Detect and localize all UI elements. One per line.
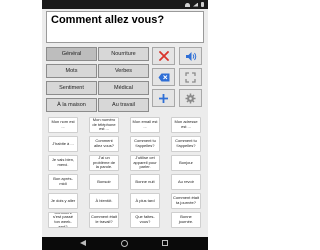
backspace-button[interactable] (152, 68, 175, 86)
phrase-button[interactable]: Mon numéro de téléphone est ... (89, 117, 119, 133)
phrase-button[interactable]: Mon adresse est ... (171, 117, 201, 133)
phrase-button[interactable]: Comment tu t'appelles? (130, 136, 160, 152)
phrase-button[interactable]: J'ai un problème de la parole. (89, 155, 119, 171)
navigation-bar (42, 237, 208, 250)
category-medical[interactable]: Médical (98, 81, 149, 95)
phrase-button[interactable]: Bon après-midi (48, 174, 78, 190)
add-button[interactable] (152, 89, 175, 107)
phrase-button[interactable]: Comment était le travail? (89, 212, 119, 228)
category-au-travail[interactable]: Au travail (98, 98, 149, 112)
category-general[interactable]: Général (46, 47, 97, 61)
status-icons (185, 2, 204, 7)
phrase-button[interactable]: Que faites-vous? (130, 212, 160, 228)
signal-icon (193, 2, 198, 7)
phrase-button[interactable]: Bonne journée. (171, 212, 201, 228)
phrase-button[interactable]: J'utilise cet appareil pour parler. (130, 155, 160, 171)
settings-button[interactable] (179, 89, 202, 107)
backspace-icon (158, 73, 169, 81)
phrase-button[interactable]: Mon nom est ... (48, 117, 78, 133)
recent-apps-icon[interactable] (162, 240, 168, 246)
battery-icon (201, 2, 204, 7)
settings-icon (185, 93, 196, 103)
status-bar (42, 0, 208, 9)
add-icon (159, 93, 168, 103)
phrase-button[interactable]: Mon email est ... (130, 117, 160, 133)
tablet-screen: Comment allez vous? Général Nourriture M… (42, 0, 208, 250)
category-sentiment[interactable]: Sentiment (46, 81, 97, 95)
phrase-button[interactable]: Bonsoir (89, 174, 119, 190)
home-icon[interactable] (121, 240, 128, 247)
back-icon[interactable] (80, 240, 86, 246)
speak-button[interactable] (179, 47, 202, 65)
clear-button[interactable] (152, 47, 175, 65)
phrase-button[interactable]: Au revoir (171, 174, 201, 190)
phrase-button[interactable]: Je vais bien, merci. (48, 155, 78, 171)
fullscreen-icon (185, 71, 196, 83)
fullscreen-button[interactable] (179, 68, 202, 86)
speaker-icon (185, 51, 196, 61)
phrase-button[interactable]: À bientôt. (89, 193, 119, 209)
phrase-button[interactable]: Comment était ta journée? (171, 193, 201, 209)
phrase-button[interactable]: Comment s'est passé ton week-end? (48, 212, 78, 228)
phrase-button[interactable]: Je dois y aller (48, 193, 78, 209)
wifi-icon (185, 2, 190, 7)
category-nourriture[interactable]: Nourriture (98, 47, 149, 61)
category-verbes[interactable]: Verbes (98, 64, 149, 78)
phrase-button[interactable]: Comment allez vous? (89, 136, 119, 152)
category-a-la-maison[interactable]: À la maison (46, 98, 97, 112)
message-text-box[interactable]: Comment allez vous? (46, 11, 204, 43)
phrase-button[interactable]: Bonne nuit (130, 174, 160, 190)
phrase-button[interactable]: À plus tard (130, 193, 160, 209)
category-mots[interactable]: Mots (46, 64, 97, 78)
clear-icon (158, 51, 169, 61)
phrase-button[interactable]: J'habite à ... (48, 136, 78, 152)
message-text: Comment allez vous? (51, 14, 165, 26)
phrase-button[interactable]: Comment tu t'appelles? (171, 136, 201, 152)
phrase-button[interactable]: Bonjour (171, 155, 201, 171)
